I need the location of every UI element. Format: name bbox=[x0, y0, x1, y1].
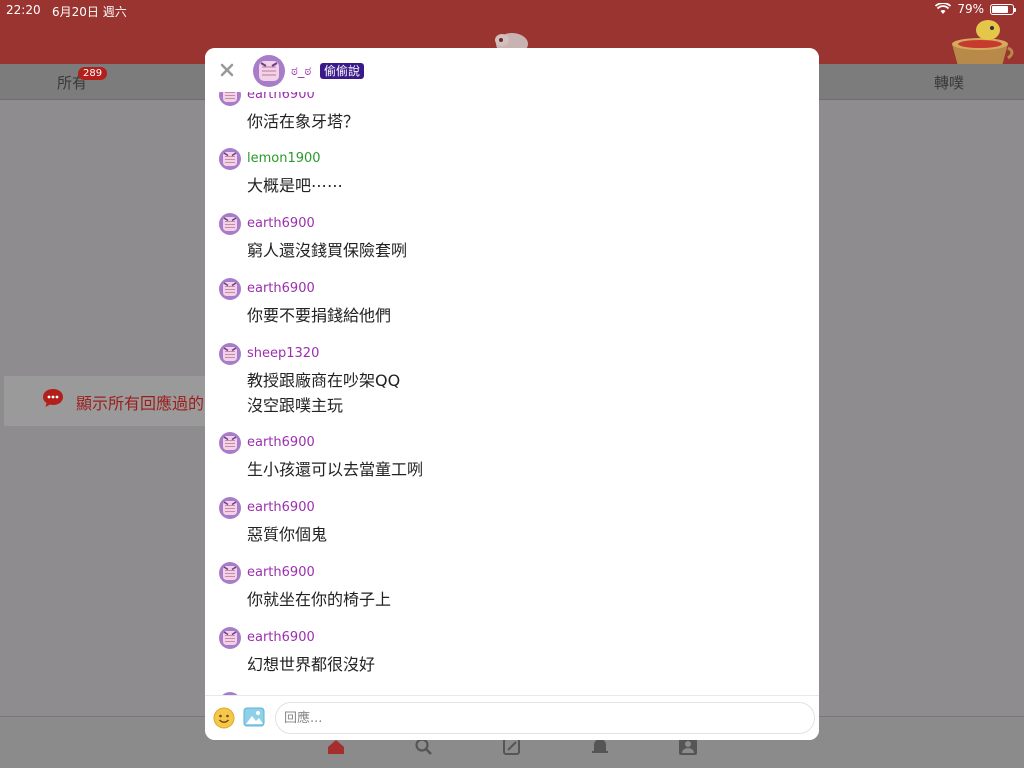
battery-icon bbox=[990, 3, 1016, 15]
plurk-response-modal: ಠ_ಠ 偷偷說 earth6900 你活在象牙塔？ lemon1900 大概是吧⋯⋯ e… bbox=[205, 48, 819, 740]
status-bar: 22:20 6月20日 週六 79% bbox=[0, 0, 1024, 20]
response-text: 大概是吧⋯⋯ bbox=[247, 176, 344, 195]
response-username[interactable]: earth6900 bbox=[247, 630, 315, 645]
status-right: 79% bbox=[935, 2, 1016, 16]
poster-name[interactable]: ಠ_ಠ bbox=[291, 64, 311, 79]
reply-input[interactable] bbox=[275, 702, 815, 734]
status-time: 22:20 bbox=[6, 3, 41, 17]
avatar[interactable] bbox=[219, 343, 241, 365]
response-username[interactable]: earth6900 bbox=[247, 500, 315, 515]
image-icon[interactable] bbox=[243, 707, 265, 727]
response-username[interactable]: earth6900 bbox=[247, 92, 315, 102]
reply-composer bbox=[205, 695, 819, 740]
emoji-icon[interactable] bbox=[213, 707, 235, 729]
unread-count-badge: 289 bbox=[78, 67, 108, 80]
response-list: earth6900 你活在象牙塔？ lemon1900 大概是吧⋯⋯ earth6900… bbox=[205, 92, 819, 695]
avatar[interactable] bbox=[219, 497, 241, 519]
modal-header: ಠ_ಠ 偷偷說 bbox=[205, 48, 819, 92]
battery-percent: 79% bbox=[957, 2, 984, 16]
avatar[interactable] bbox=[219, 92, 241, 106]
avatar[interactable] bbox=[219, 278, 241, 300]
response-text: 惡質你個鬼 bbox=[247, 525, 328, 544]
response-text: 窮人還沒錢買保險套咧 bbox=[247, 241, 408, 260]
response-username[interactable]: lemon1900 bbox=[247, 151, 321, 166]
avatar[interactable] bbox=[219, 213, 241, 235]
response-username[interactable]: earth6900 bbox=[247, 281, 315, 296]
response-text: 生小孩還可以去當童工咧 bbox=[247, 460, 424, 479]
battery-level bbox=[992, 5, 1008, 13]
response-username[interactable]: sheep1320 bbox=[247, 346, 319, 361]
avatar[interactable] bbox=[253, 55, 285, 87]
response-text: 你活在象牙塔？ bbox=[247, 112, 360, 131]
avatar[interactable] bbox=[219, 627, 241, 649]
banner-text: 顯示所有回應過的 bbox=[76, 394, 205, 413]
response-text: 幻想世界都很沒好 bbox=[247, 655, 376, 674]
whisper-badge: 偷偷說 bbox=[320, 63, 365, 79]
speech-bubble-icon bbox=[43, 389, 63, 407]
show-responded-banner[interactable]: 顯示所有回應過的 bbox=[4, 376, 214, 426]
response-username[interactable]: earth6900 bbox=[247, 216, 315, 231]
avatar[interactable] bbox=[219, 432, 241, 454]
mascot-icon bbox=[952, 20, 1014, 66]
avatar[interactable] bbox=[219, 562, 241, 584]
status-date: 6月20日 週六 bbox=[52, 5, 127, 19]
response-username[interactable]: earth6900 bbox=[247, 435, 315, 450]
response-username[interactable]: earth6900 bbox=[247, 565, 315, 580]
avatar[interactable] bbox=[219, 148, 241, 170]
wifi-icon bbox=[935, 3, 952, 14]
close-icon[interactable] bbox=[219, 62, 235, 78]
response-text: 教授跟廠商在吵架QQ 沒空跟噗主玩 bbox=[247, 371, 401, 415]
tab-replurk[interactable]: 轉噗 bbox=[934, 72, 964, 93]
response-text: 你要不要捐錢給他們 bbox=[247, 306, 392, 325]
response-text: 你就坐在你的椅子上 bbox=[247, 590, 392, 609]
